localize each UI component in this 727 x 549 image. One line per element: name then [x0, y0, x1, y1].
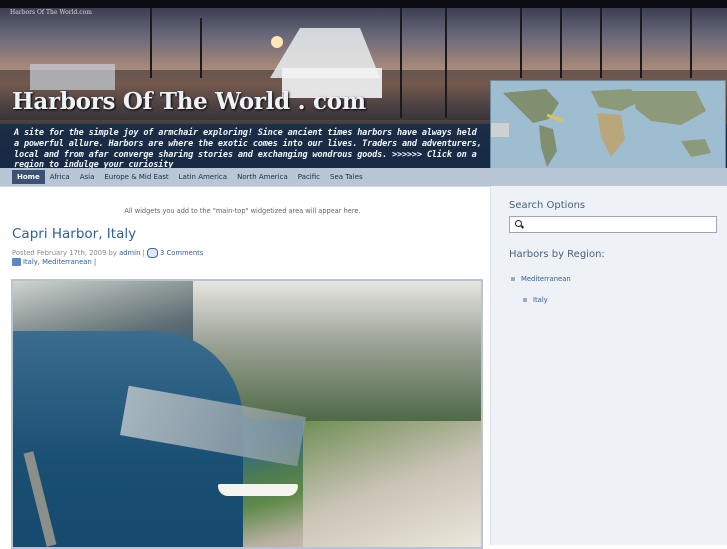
comment-icon: [147, 248, 158, 258]
post-title[interactable]: Capri Harbor, Italy: [12, 226, 136, 242]
post-photo-capri-harbor[interactable]: [11, 279, 483, 549]
nav-item-north-america[interactable]: North America: [232, 170, 293, 184]
site-title[interactable]: Harbors Of The World . com: [12, 88, 366, 115]
search-icon[interactable]: [515, 220, 522, 227]
sidebar: Search Options Harbors by Region: Medite…: [490, 186, 727, 545]
world-map[interactable]: [490, 80, 726, 168]
top-strip: [0, 0, 727, 8]
world-map-icon: [491, 89, 711, 167]
nav-item-pacific[interactable]: Pacific: [293, 170, 325, 184]
search-options-heading: Search Options: [509, 200, 586, 211]
nav-item-asia[interactable]: Asia: [75, 170, 100, 184]
region-link-mediterranean[interactable]: Mediterranean: [509, 275, 571, 283]
nav-item-latin-america[interactable]: Latin America: [174, 170, 232, 184]
main-navigation: Home Africa Asia Europe & Mid East Latin…: [0, 168, 727, 187]
post-categories: Italy, Mediterranean |: [12, 258, 96, 266]
nav-item-europe-mid-east[interactable]: Europe & Mid East: [99, 170, 173, 184]
photo-boat: [218, 484, 298, 496]
photo-town: [303, 421, 481, 547]
site-header-banner: Harbors Of The World.com Harbors Of The …: [0, 8, 727, 168]
region-link-italy[interactable]: Italy: [521, 296, 548, 304]
nav-item-home[interactable]: Home: [12, 170, 45, 184]
category-links[interactable]: Italy, Mediterranean: [23, 258, 92, 266]
search-input[interactable]: [509, 216, 717, 233]
main-content: All widgets you add to the "main-top" wi…: [0, 190, 490, 549]
post-meta: Posted February 17th, 2009 by admin | 3 …: [12, 248, 203, 258]
region-list: Mediterranean: [509, 275, 571, 283]
nav-item-sea-tales[interactable]: Sea Tales: [325, 170, 368, 184]
widget-placeholder-message: All widgets you add to the "main-top" wi…: [124, 207, 361, 215]
subregion-list: Italy: [521, 296, 548, 304]
post-author-link[interactable]: admin: [119, 249, 140, 257]
harbors-by-region-heading: Harbors by Region:: [509, 249, 605, 260]
meta-separator: |: [91, 258, 97, 266]
comments-link[interactable]: 3 Comments: [160, 249, 203, 257]
tag-icon: [12, 258, 21, 266]
site-tagline: A site for the simple joy of armchair ex…: [14, 128, 482, 168]
nav-item-africa[interactable]: Africa: [45, 170, 75, 184]
post-date: Posted February 17th, 2009 by: [12, 249, 117, 257]
